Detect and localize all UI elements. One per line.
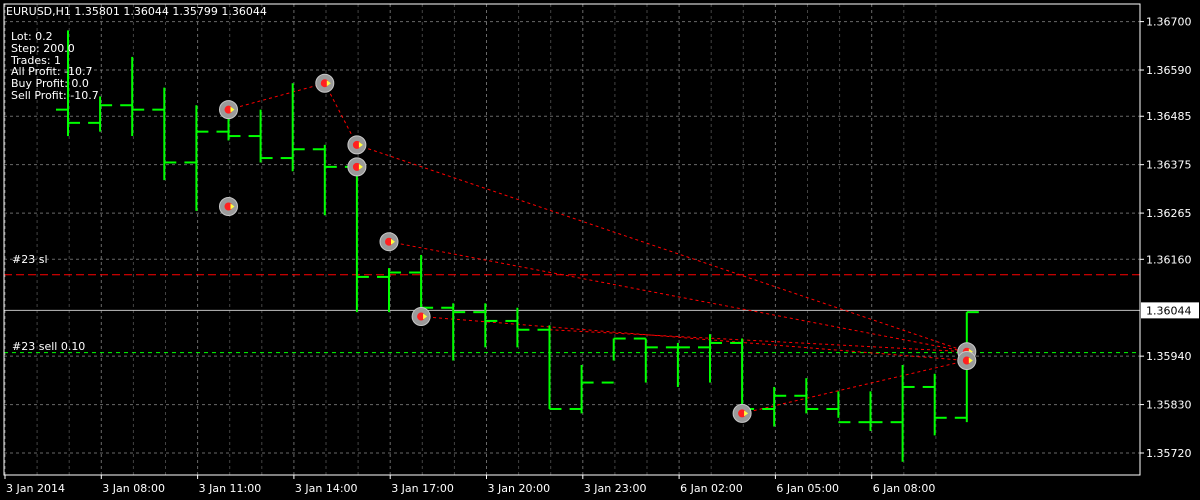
trade-open-marker [732,403,752,423]
y-tick-label: 1.36485 [1146,110,1192,123]
y-tick-label: 1.35940 [1146,350,1192,363]
ohlc-bar [537,325,562,410]
x-tick-label: 3 Jan 17:00 [391,482,454,495]
current-price-label: 1.36044 [1146,304,1192,317]
x-tick-label: 3 Jan 11:00 [199,482,262,495]
x-tick-label: 6 Jan 02:00 [680,482,743,495]
ohlc-bar [890,364,915,462]
ohlc-bar [280,83,305,172]
x-tick-label: 6 Jan 05:00 [776,482,839,495]
ohlc-bar [409,254,434,309]
trade-markers [219,73,977,423]
price-lines [4,274,1140,354]
ohlc-bar [248,109,273,163]
ohlc-bar [152,87,177,181]
trade-link [228,82,325,111]
x-tick-label: 3 Jan 20:00 [488,482,551,495]
trade-open-marker [219,196,238,216]
ohlc-bar [794,378,819,414]
price-chart[interactable]: 1.36700 1.36590 1.36485 1.36375 1.36265 1.361… [0,0,1200,500]
trade-link [324,83,358,146]
symbol-header: EURUSD,H1 1.35801 1.36044 1.35799 1.3604… [6,5,267,18]
y-tick-label: 1.36590 [1146,64,1192,77]
ohlc-bar [858,391,883,431]
ohlc-bar [312,144,337,216]
ohlc-bars [56,30,979,462]
trade-links [228,82,967,414]
x-tick-label: 6 Jan 08:00 [873,482,936,495]
ohlc-bar [601,337,626,384]
ohlc-bar [665,342,690,387]
info-line: Sell Profit: -10.7 [11,89,99,102]
info-line: Step: 200.0 [11,41,75,55]
trade-link [388,241,967,353]
y-tick-label: 1.35720 [1146,447,1192,460]
x-tick-label: 3 Jan 08:00 [102,482,165,495]
ohlc-bar [184,105,209,211]
chart-grid [4,4,1140,475]
ohlc-bar [344,162,369,313]
trade-open-marker [379,232,399,252]
x-tick-label: 3 Jan 2014 [6,482,65,495]
ohlc-bar [441,303,466,361]
y-tick-label: 1.35830 [1146,399,1192,412]
chart-axes: 1.36700 1.36590 1.36485 1.36375 1.36265 1.361… [3,3,1199,495]
y-tick-label: 1.36160 [1146,253,1192,266]
y-tick-label: 1.36375 [1146,159,1192,172]
trade-open-marker [219,100,238,120]
trade-open-marker [347,135,367,155]
trade-link [356,144,967,353]
ohlc-bar [505,307,530,348]
trade-link [421,316,967,362]
ohlc-bar [698,334,722,383]
ohlc-bar [120,56,145,137]
trade-open-marker [347,157,367,177]
trade-open-marker [411,307,431,327]
ohlc-bar [922,373,947,436]
x-tick-label: 3 Jan 23:00 [584,482,647,495]
trade-close-marker [957,351,977,371]
ohlc-bar [762,386,787,427]
ohlc-bar [826,391,851,424]
ohlc-bar [633,337,658,383]
ohlc-bar [569,364,594,414]
trade-open-marker [315,73,335,93]
sl-line-label: #23 sl [12,253,48,266]
y-tick-label: 1.36265 [1146,207,1192,220]
x-tick-label: 3 Jan 14:00 [295,482,358,495]
order-line-label: #23 sell 0.10 [12,340,86,353]
y-tick-label: 1.36700 [1146,16,1192,29]
